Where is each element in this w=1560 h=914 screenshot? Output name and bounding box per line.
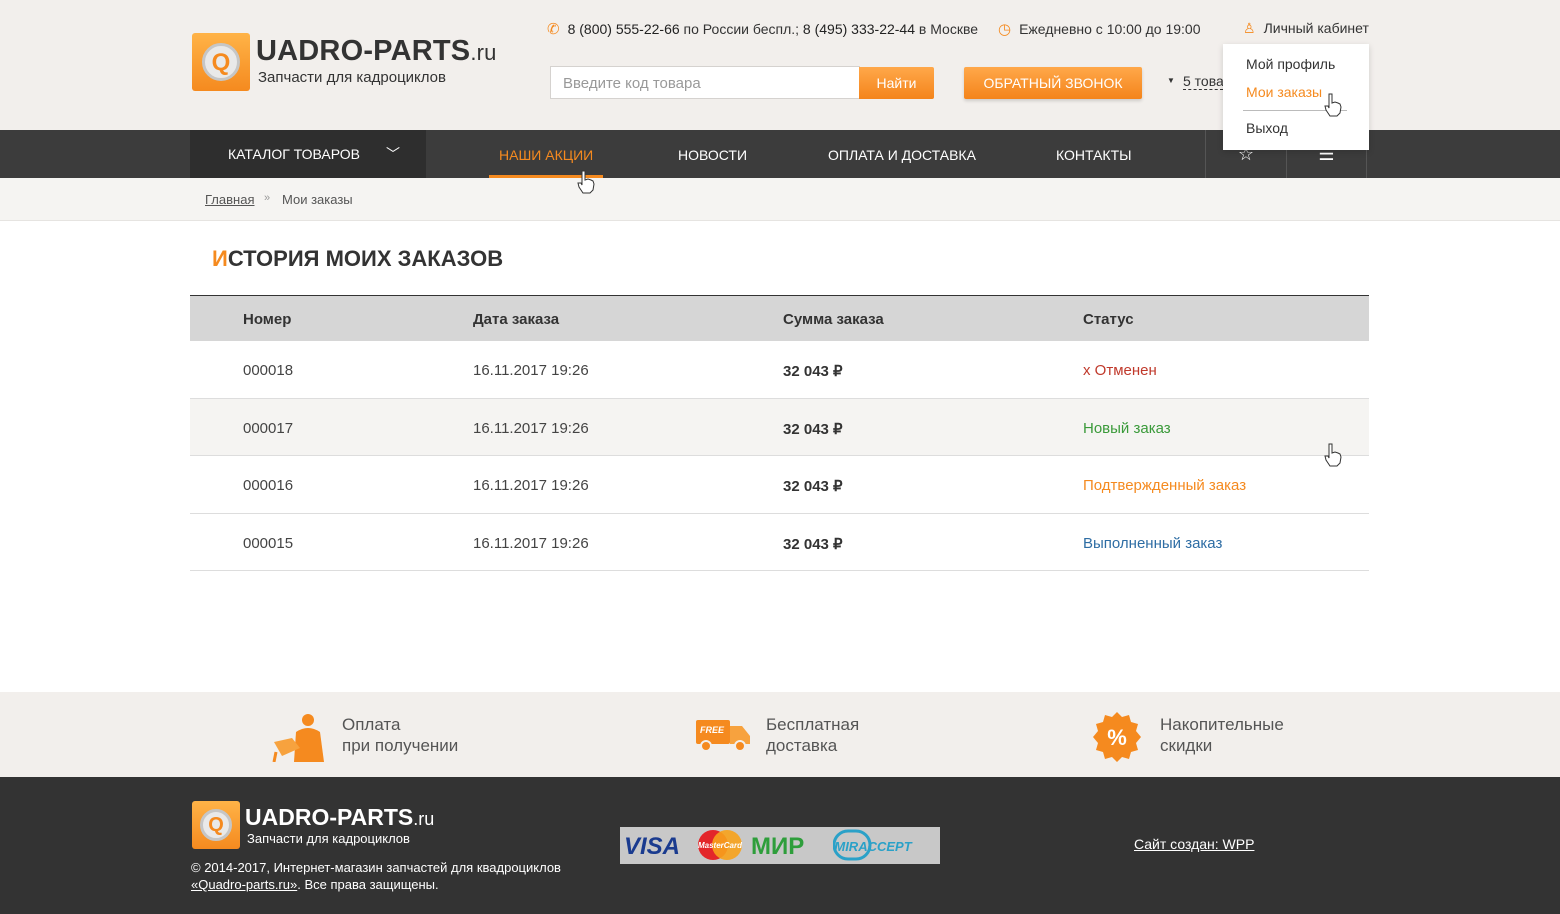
chevron-down-icon: ﹀	[386, 146, 400, 162]
percent-badge-text: %	[1107, 725, 1127, 750]
cart-link[interactable]: 5 товаров	[1183, 73, 1223, 90]
benefits-strip: Оплата при получении FREE Бесплатная доста…	[0, 692, 1560, 777]
breadcrumb-home[interactable]: Главная	[205, 192, 254, 207]
hours-text: Ежедневно с 10:00 до 19:00	[1019, 21, 1201, 37]
menu-item-my-orders[interactable]: Мои заказы	[1246, 84, 1322, 100]
mir-accept-logo: MIRACCEPT	[833, 829, 913, 861]
copyright-line1: © 2014-2017, Интернет-магазин запчастей …	[191, 860, 561, 875]
order-date: 16.11.2017 19:26	[473, 362, 589, 379]
mir-logo: МИР	[751, 833, 805, 860]
order-date: 16.11.2017 19:26	[473, 419, 589, 437]
logo-tagline: Запчасти для кадроциклов	[258, 69, 446, 86]
benefit-delivery-line1: Бесплатная	[766, 715, 860, 734]
table-row[interactable]: 000018 16.11.2017 19:26 32 043 ₽ x Отмен…	[190, 341, 1369, 399]
order-date: 16.11.2017 19:26	[473, 477, 589, 494]
cart-caret-icon: ▼	[1167, 76, 1175, 85]
menu-item-profile[interactable]: Мой профиль	[1246, 56, 1335, 72]
column-number: Номер	[243, 311, 292, 328]
phone-2[interactable]: 8 (495) 333-22-44	[803, 21, 915, 37]
order-sum: 32 043 ₽	[783, 535, 843, 553]
footer-logo-name: UADRO-PARTS.ru	[245, 804, 435, 830]
order-status: Подтвержденный заказ	[1083, 477, 1247, 494]
footer-logo-q-icon: Q	[192, 801, 240, 849]
table-header: Номер Дата заказа Сумма заказа Статус	[190, 295, 1369, 341]
column-sum: Сумма заказа	[783, 311, 884, 328]
order-date: 16.11.2017 19:26	[473, 534, 589, 552]
search-input[interactable]: Введите код товара	[550, 66, 860, 99]
table-row[interactable]: 000016 16.11.2017 19:26 32 043 ₽ Подтвер…	[190, 456, 1369, 514]
account-dropdown: Мой профиль Мои заказы Выход	[1223, 44, 1369, 150]
benefit-discounts-line1: Накопительные	[1160, 715, 1284, 734]
footer-logo-tagline: Запчасти для кадроциклов	[247, 831, 410, 846]
callback-button[interactable]: ОБРАТНЫЙ ЗВОНОК	[964, 67, 1142, 99]
phone-1[interactable]: 8 (800) 555-22-66	[568, 21, 680, 37]
benefit-payment-line2: при получении	[342, 736, 459, 755]
phone-icon: ✆	[547, 21, 560, 38]
copyright-tail: . Все права защищены.	[297, 877, 439, 892]
phone-1-note: по России беспл.;	[683, 21, 800, 37]
copyright: © 2014-2017, Интернет-магазин запчастей …	[191, 859, 561, 893]
breadcrumb-separator: »	[264, 192, 271, 204]
svg-text:MIRACCEPT: MIRACCEPT	[834, 839, 912, 854]
free-delivery-truck-icon: FREE	[696, 720, 750, 752]
order-number: 000018	[243, 362, 294, 379]
visa-logo: VISA	[624, 833, 681, 860]
page-title: ИСТОРИЯ МОИХ ЗАКАЗОВ	[212, 246, 504, 271]
order-number: 000017	[243, 419, 294, 437]
phone-2-note: в Москве	[918, 21, 979, 37]
account-link[interactable]: ♙ Личный кабинет	[1243, 20, 1369, 37]
site-logo[interactable]: Q UADRO-PARTS.ru Запчасти для кадроцикло…	[192, 33, 512, 93]
logo-q-icon: Q	[192, 33, 250, 91]
phones: ✆ 8 (800) 555-22-66 по России беспл.; 8 (…	[547, 20, 978, 38]
column-status: Статус	[1083, 311, 1134, 328]
order-number: 000016	[243, 477, 294, 494]
catalog-button[interactable]: КАТАЛОГ ТОВАРОВ ﹀	[190, 130, 426, 178]
nav-item-promotions[interactable]: НАШИ АКЦИИ	[499, 147, 593, 163]
table-row[interactable]: 000017 16.11.2017 19:26 32 043 ₽ Новый з…	[190, 398, 1369, 456]
order-sum: 32 043 ₽	[783, 478, 843, 495]
breadcrumb-current: Мои заказы	[282, 192, 353, 207]
nav-item-contacts[interactable]: КОНТАКТЫ	[1056, 147, 1132, 163]
benefit-payment-line1: Оплата	[342, 715, 401, 734]
orders-table: Номер Дата заказа Сумма заказа Статус 00…	[190, 295, 1369, 571]
order-status: Выполненный заказ	[1083, 534, 1223, 552]
order-status: Новый заказ	[1083, 419, 1171, 437]
hand-cursor-icon	[577, 170, 595, 194]
svg-text:MasterCard: MasterCard	[698, 841, 743, 850]
payment-on-delivery-icon	[272, 714, 324, 762]
nav-item-payment-delivery[interactable]: ОПЛАТА И ДОСТАВКА	[828, 147, 976, 163]
column-date: Дата заказа	[473, 311, 560, 328]
catalog-label: КАТАЛОГ ТОВАРОВ	[228, 146, 360, 162]
menu-item-logout[interactable]: Выход	[1246, 120, 1288, 136]
hand-cursor-icon	[1324, 443, 1342, 467]
benefit-discounts-line2: скидки	[1160, 736, 1213, 755]
order-sum: 32 043 ₽	[783, 363, 843, 380]
order-sum: 32 043 ₽	[783, 420, 843, 438]
user-icon: ♙	[1243, 20, 1256, 36]
free-badge-text: FREE	[700, 725, 725, 735]
account-label: Личный кабинет	[1263, 20, 1369, 36]
hand-cursor-icon	[1324, 93, 1342, 117]
order-number: 000015	[243, 534, 294, 552]
logo-name: UADRO-PARTS.ru	[256, 35, 497, 67]
payment-methods: VISA MasterCard МИР MIRACCEPT	[620, 827, 940, 864]
made-by-link[interactable]: Сайт создан: WPP	[1134, 836, 1254, 852]
search-button[interactable]: Найти	[859, 67, 934, 99]
table-row[interactable]: 000015 16.11.2017 19:26 32 043 ₽ Выполне…	[190, 513, 1369, 571]
benefit-delivery-line2: доставка	[766, 736, 838, 755]
mastercard-logo: MasterCard	[698, 830, 743, 860]
nav-item-news[interactable]: НОВОСТИ	[678, 147, 747, 163]
discount-percent-icon: %	[1093, 712, 1141, 762]
breadcrumb: Главная » Мои заказы	[0, 178, 1560, 221]
clock-icon: ◷	[998, 21, 1012, 38]
order-status: x Отменен	[1083, 362, 1157, 379]
copyright-link[interactable]: «Quadro-parts.ru»	[191, 877, 297, 892]
footer: Q UADRO-PARTS.ru Запчасти для кадроцикло…	[0, 777, 1560, 914]
working-hours: ◷ Ежедневно с 10:00 до 19:00	[998, 20, 1201, 38]
